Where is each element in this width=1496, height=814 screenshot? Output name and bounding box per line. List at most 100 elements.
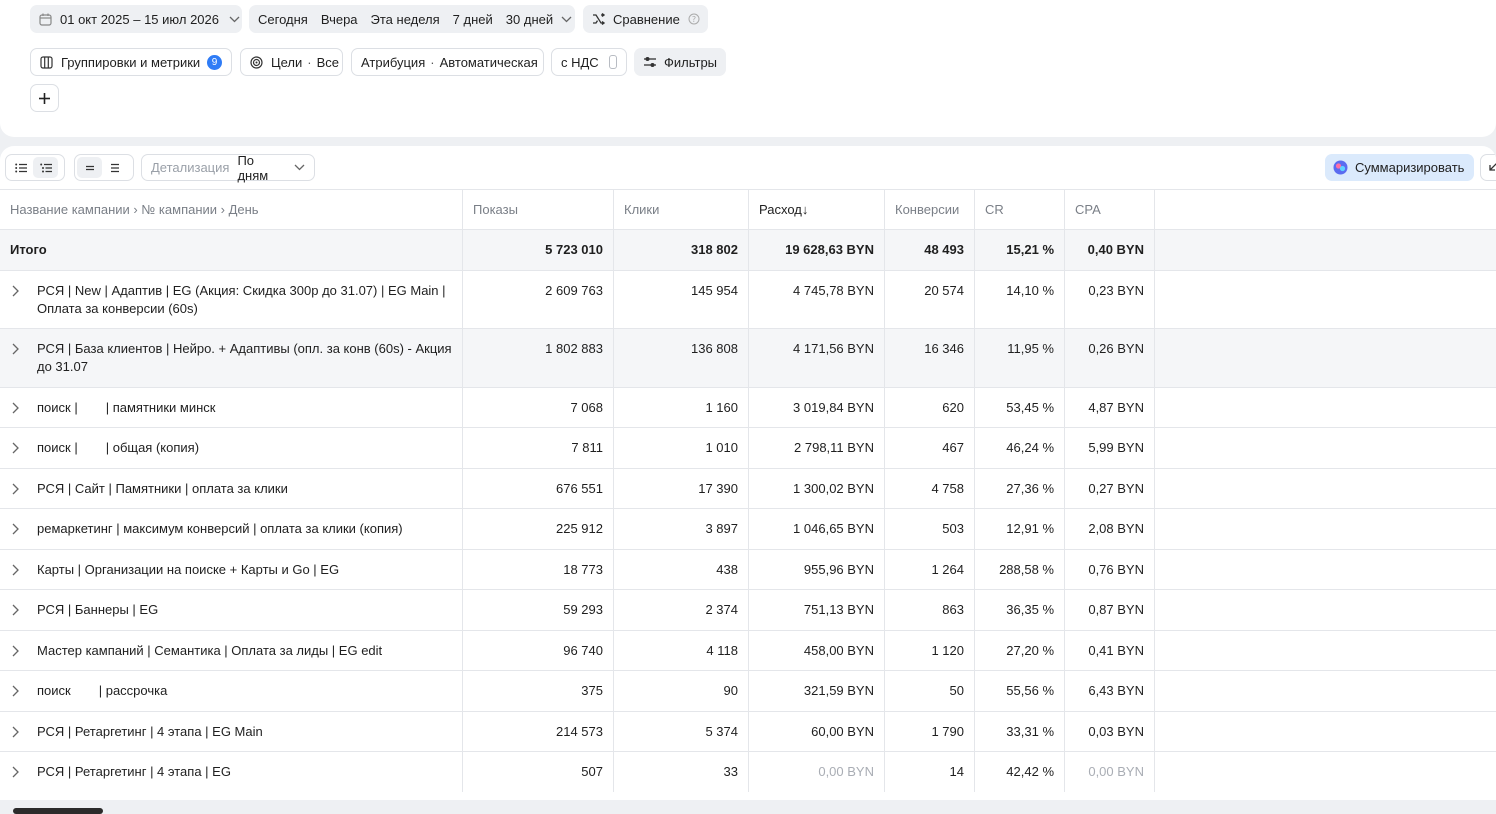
row-campaign-name-part: поиск: [37, 683, 71, 698]
quick-range-this-week[interactable]: Эта неделя: [371, 12, 440, 27]
goals-value: Все: [316, 54, 340, 70]
row-cr: 27,36 %: [975, 469, 1065, 508]
row-campaign-name-cell: Мастер кампаний | Семантика | Оплата за …: [0, 631, 463, 670]
table-row[interactable]: РСЯ | Ретаргетинг | 4 этапа | EG Main 214…: [0, 711, 1496, 751]
table-row[interactable]: РСЯ | New | Адаптив | EG (Акция: Скидка …: [0, 270, 1496, 328]
row-cpa: 0,87 BYN: [1065, 590, 1155, 630]
row-cost: 4 171,56 BYN: [749, 329, 885, 387]
goals-button[interactable]: Цели · Все: [240, 48, 343, 76]
row-cost: 458,00 BYN: [749, 631, 885, 670]
chevron-right-icon[interactable]: [12, 726, 19, 738]
row-shows: 375: [463, 671, 614, 711]
row-cost: 4 745,78 BYN: [749, 271, 885, 328]
row-campaign-name-cell: поиск | | памятники минск: [0, 388, 463, 427]
table-row[interactable]: поиск | | памятники минск 7 068 1 160 3 019,…: [0, 387, 1496, 427]
table-row[interactable]: ремаркетинг | максимум конверсий | оплат…: [0, 508, 1496, 549]
report-settings-panel: 01 окт 2025 – 15 июл 2026 Сегодня Вчера …: [0, 0, 1496, 137]
vat-checkbox[interactable]: [608, 55, 617, 69]
row-campaign-name[interactable]: РСЯ | Сайт | Памятники | оплата за клики: [10, 480, 452, 498]
row-campaign-name[interactable]: РСЯ | Ретаргетинг | 4 этапа | EG: [10, 763, 452, 781]
column-header-cost[interactable]: Расход↓: [749, 190, 885, 229]
chevron-right-icon[interactable]: [12, 442, 19, 454]
row-clicks: 4 118: [614, 631, 749, 670]
column-header-cr[interactable]: CR: [975, 190, 1065, 229]
table-row[interactable]: Мастер кампаний | Семантика | Оплата за …: [0, 630, 1496, 670]
chevron-right-icon[interactable]: [12, 343, 19, 355]
row-campaign-name-part: | памятники минск: [105, 400, 216, 415]
detail-select[interactable]: Детализация По дням: [141, 153, 315, 183]
table-row[interactable]: РСЯ | Сайт | Памятники | оплата за клики…: [0, 468, 1496, 508]
row-campaign-name-cell: РСЯ | Сайт | Памятники | оплата за клики: [0, 469, 463, 508]
summarize-button[interactable]: Суммаризировать: [1325, 154, 1475, 181]
table-row[interactable]: поиск | рассрочка 375 90 321,59 BYN 50 55,56 %…: [0, 670, 1496, 711]
chevron-right-icon[interactable]: [12, 402, 19, 414]
chevron-right-icon[interactable]: [12, 685, 19, 697]
row-campaign-name-part: поиск |: [37, 400, 78, 415]
row-campaign-name[interactable]: РСЯ | Ретаргетинг | 4 этапа | EG Main: [10, 723, 452, 741]
table-row[interactable]: поиск | | общая (копия) 7 811 1 010 2 798,11…: [0, 427, 1496, 468]
chevron-right-icon[interactable]: [12, 285, 19, 297]
quick-range-7-days[interactable]: 7 дней: [453, 12, 493, 27]
column-header-cpa[interactable]: CPA: [1065, 190, 1155, 229]
collapse-panel-button[interactable]: [1480, 154, 1496, 181]
row-conversions: 620: [885, 388, 975, 427]
table-row[interactable]: РСЯ | База клиентов | Нейро. + Адаптивы …: [0, 328, 1496, 387]
chevron-down-icon: [294, 164, 305, 171]
compact-density-button[interactable]: [77, 157, 102, 178]
row-conversions: 1 790: [885, 712, 975, 751]
list-view-button[interactable]: [8, 157, 33, 178]
row-campaign-name[interactable]: Карты | Организации на поиске + Карты и …: [10, 561, 452, 579]
row-campaign-name[interactable]: РСЯ | Баннеры | EG: [10, 601, 452, 619]
row-campaign-name[interactable]: Мастер кампаний | Семантика | Оплата за …: [10, 642, 452, 660]
scroll-indicator[interactable]: [13, 808, 103, 814]
compare-button[interactable]: Сравнение ?: [583, 5, 708, 33]
tree-view-button[interactable]: [33, 157, 58, 178]
density-toggle[interactable]: [74, 154, 134, 181]
quick-range-yesterday[interactable]: Вчера: [321, 12, 358, 27]
chevron-down-icon[interactable]: [561, 16, 572, 23]
date-range-picker[interactable]: 01 окт 2025 – 15 июл 2026: [30, 5, 242, 33]
chevron-right-icon[interactable]: [12, 483, 19, 495]
table-row[interactable]: Карты | Организации на поиске + Карты и …: [0, 549, 1496, 589]
row-cpa: 0,41 BYN: [1065, 631, 1155, 670]
help-icon: ?: [688, 13, 700, 25]
add-filter-button[interactable]: [30, 84, 59, 112]
column-header-name[interactable]: Название кампании › № кампании › День: [0, 190, 463, 229]
total-cr: 15,21 %: [975, 230, 1065, 270]
quick-range-today[interactable]: Сегодня: [258, 12, 308, 27]
column-header-shows[interactable]: Показы: [463, 190, 614, 229]
arrow-collapse-icon: [1488, 162, 1496, 172]
chevron-right-icon[interactable]: [12, 645, 19, 657]
row-conversions: 50: [885, 671, 975, 711]
vat-toggle[interactable]: с НДС: [551, 48, 627, 76]
chevron-right-icon[interactable]: [12, 564, 19, 576]
regular-density-button[interactable]: [102, 157, 127, 178]
row-campaign-name[interactable]: РСЯ | База клиентов | Нейро. + Адаптивы …: [10, 340, 452, 376]
chevron-right-icon[interactable]: [12, 523, 19, 535]
row-campaign-name[interactable]: поиск | рассрочка: [10, 682, 452, 700]
row-campaign-name[interactable]: поиск | | памятники минск: [10, 399, 452, 417]
row-conversions: 503: [885, 509, 975, 549]
row-conversions: 467: [885, 428, 975, 468]
row-campaign-name[interactable]: поиск | | общая (копия): [10, 439, 452, 457]
quick-range-30-days[interactable]: 30 дней: [506, 12, 553, 27]
attribution-button[interactable]: Атрибуция · Автоматическая: [351, 48, 544, 76]
column-header-clicks[interactable]: Клики: [614, 190, 749, 229]
row-campaign-name[interactable]: РСЯ | New | Адаптив | EG (Акция: Скидка …: [10, 282, 452, 318]
chevron-right-icon[interactable]: [12, 766, 19, 778]
row-shows: 1 802 883: [463, 329, 614, 387]
view-mode-toggle[interactable]: [5, 154, 65, 181]
filters-button[interactable]: Фильтры: [634, 48, 726, 76]
row-conversions: 4 758: [885, 469, 975, 508]
table-row[interactable]: РСЯ | Ретаргетинг | 4 этапа | EG 507 33 0,0…: [0, 751, 1496, 792]
svg-text:?: ?: [692, 15, 696, 24]
table-row[interactable]: РСЯ | Баннеры | EG 59 293 2 374 751,13 BYN 8…: [0, 589, 1496, 630]
row-cost: 955,96 BYN: [749, 550, 885, 589]
total-clicks: 318 802: [614, 230, 749, 270]
chevron-right-icon[interactable]: [12, 604, 19, 616]
column-header-conversions[interactable]: Конверсии: [885, 190, 975, 229]
groupings-metrics-button[interactable]: Группировки и метрики 9: [30, 48, 232, 76]
row-cpa: 0,27 BYN: [1065, 469, 1155, 508]
row-campaign-name[interactable]: ремаркетинг | максимум конверсий | оплат…: [10, 520, 452, 538]
goals-label: Цели: [271, 54, 303, 70]
